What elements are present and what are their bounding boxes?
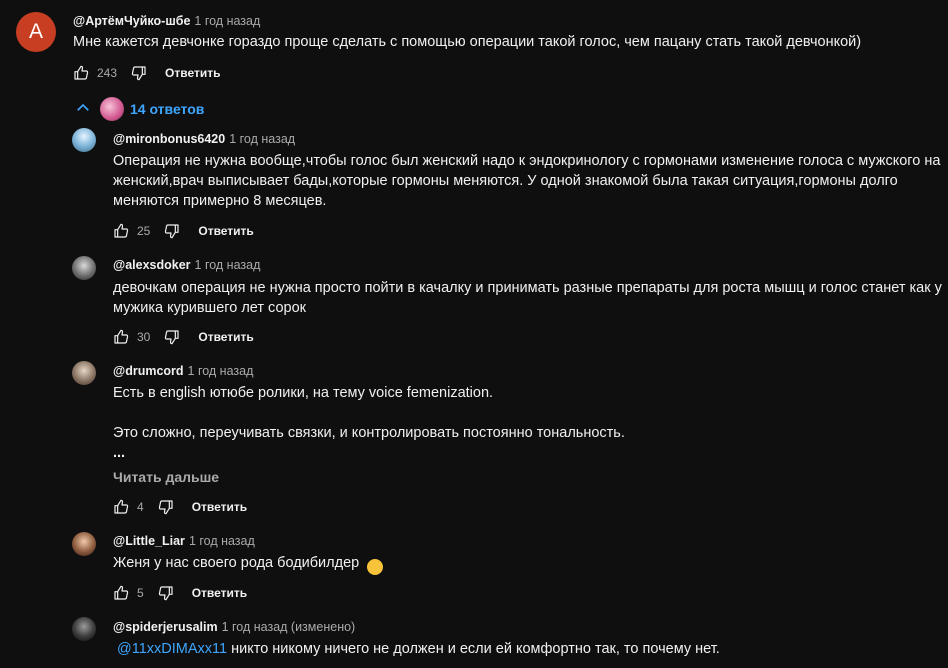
comment-actions: 4 Ответить bbox=[113, 497, 247, 517]
like-icon[interactable] bbox=[73, 65, 89, 81]
replies-toggle[interactable]: 14 ответов bbox=[74, 97, 204, 121]
comment-author[interactable]: @drumcord bbox=[113, 364, 184, 378]
mention-link[interactable]: @11xxDIMAxx11 bbox=[117, 641, 227, 657]
comment-header: @drumcord 1 год назад bbox=[113, 363, 253, 379]
comment-text-line: меняются примерно 8 месяцев. bbox=[113, 193, 327, 209]
comment-author[interactable]: @mironbonus6420 bbox=[113, 132, 225, 146]
reply-button[interactable]: Ответить bbox=[192, 586, 247, 600]
like-count: 4 bbox=[137, 500, 144, 514]
comment-time[interactable]: 1 год назад bbox=[189, 534, 255, 548]
comment-text-line: ... bbox=[113, 445, 126, 461]
like-icon[interactable] bbox=[113, 585, 129, 601]
comment-text-line: девочкам операция не нужна просто пойти … bbox=[113, 280, 942, 296]
comment-author[interactable]: @АртёмЧуйко-шбе bbox=[73, 14, 190, 28]
emoji-icon: 😀 bbox=[367, 559, 384, 575]
comment-text-line: женский,врач выписывает бады,которые гор… bbox=[113, 173, 898, 189]
comment-text-line: Операция не нужна вообще,чтобы голос был… bbox=[113, 153, 941, 169]
comment-time[interactable]: 1 год назад (изменено) bbox=[222, 620, 356, 634]
avatar[interactable] bbox=[72, 256, 96, 280]
comment-header: @alexsdoker 1 год назад bbox=[113, 257, 260, 273]
comment-text: Мне кажется девчонке гораздо проще сдела… bbox=[73, 34, 862, 50]
avatar[interactable] bbox=[72, 128, 96, 152]
comment-author[interactable]: @spiderjerusalim bbox=[113, 620, 218, 634]
comment-text-line: мужика курившего лет сорок bbox=[113, 300, 306, 316]
dislike-icon[interactable] bbox=[158, 499, 174, 515]
dislike-icon[interactable] bbox=[164, 223, 180, 239]
comment-author[interactable]: @alexsdoker bbox=[113, 258, 191, 272]
comment-actions: 5 Ответить bbox=[113, 583, 247, 603]
comment-text: девочкам операция не нужна просто пойти … bbox=[113, 278, 942, 318]
replies-count-label: 14 ответов bbox=[130, 101, 205, 117]
comment-time[interactable]: 1 год назад bbox=[195, 258, 261, 272]
comment-text: Операция не нужна вообще,чтобы голос был… bbox=[113, 151, 940, 211]
comment-text-line: Есть в english ютюбе ролики, на тему voi… bbox=[113, 385, 494, 401]
comment-text-body: никто никому ничего не должен и если ей … bbox=[227, 641, 720, 657]
comment-time[interactable]: 1 год назад bbox=[188, 364, 254, 378]
reply-button[interactable]: Ответить bbox=[165, 66, 220, 80]
like-count: 243 bbox=[97, 66, 118, 80]
comment-header: @АртёмЧуйко-шбе 1 год назад bbox=[73, 13, 260, 29]
avatar[interactable]: A bbox=[16, 12, 56, 52]
dislike-icon[interactable] bbox=[164, 329, 180, 345]
dislike-icon[interactable] bbox=[131, 65, 147, 81]
avatar[interactable] bbox=[72, 361, 96, 385]
comment-actions: 30 Ответить bbox=[113, 327, 254, 347]
comment-author[interactable]: @Little_Liar bbox=[113, 534, 185, 548]
comment-text-body: Женя у нас своего рода бодибилдер bbox=[113, 555, 360, 571]
comment-actions: 25 Ответить bbox=[113, 221, 254, 241]
comment-header: @mironbonus6420 1 год назад bbox=[113, 131, 295, 147]
comment-text: Женя у нас своего рода бодибилдер 😀 bbox=[113, 553, 384, 575]
read-more-button[interactable]: Читать дальше bbox=[113, 469, 219, 485]
comment-header: @spiderjerusalim 1 год назад (изменено) bbox=[113, 619, 355, 635]
dislike-icon[interactable] bbox=[158, 585, 174, 601]
chevron-up-icon bbox=[74, 99, 92, 120]
comment-time[interactable]: 1 год назад bbox=[194, 14, 260, 28]
avatar[interactable] bbox=[72, 532, 96, 556]
comment-time[interactable]: 1 год назад bbox=[229, 132, 295, 146]
like-icon[interactable] bbox=[113, 329, 129, 345]
comment-text-line bbox=[113, 403, 625, 423]
like-icon[interactable] bbox=[113, 499, 129, 515]
comment-text: Есть в english ютюбе ролики, на тему voi… bbox=[113, 383, 625, 463]
avatar bbox=[100, 97, 124, 121]
comment-text-line: Это сложно, переучивать связки, и контро… bbox=[113, 425, 625, 441]
like-icon[interactable] bbox=[113, 223, 129, 239]
like-count: 25 bbox=[137, 224, 151, 238]
like-count: 30 bbox=[137, 330, 151, 344]
reply-button[interactable]: Ответить bbox=[192, 500, 247, 514]
reply-button[interactable]: Ответить bbox=[198, 224, 253, 238]
comment-header: @Little_Liar 1 год назад bbox=[113, 533, 255, 549]
comment-text: @11xxDIMAxx11 никто никому ничего не дол… bbox=[113, 639, 720, 659]
avatar[interactable] bbox=[72, 617, 96, 641]
comment-actions: 243 Ответить bbox=[73, 63, 220, 83]
like-count: 5 bbox=[137, 586, 144, 600]
reply-button[interactable]: Ответить bbox=[198, 330, 253, 344]
